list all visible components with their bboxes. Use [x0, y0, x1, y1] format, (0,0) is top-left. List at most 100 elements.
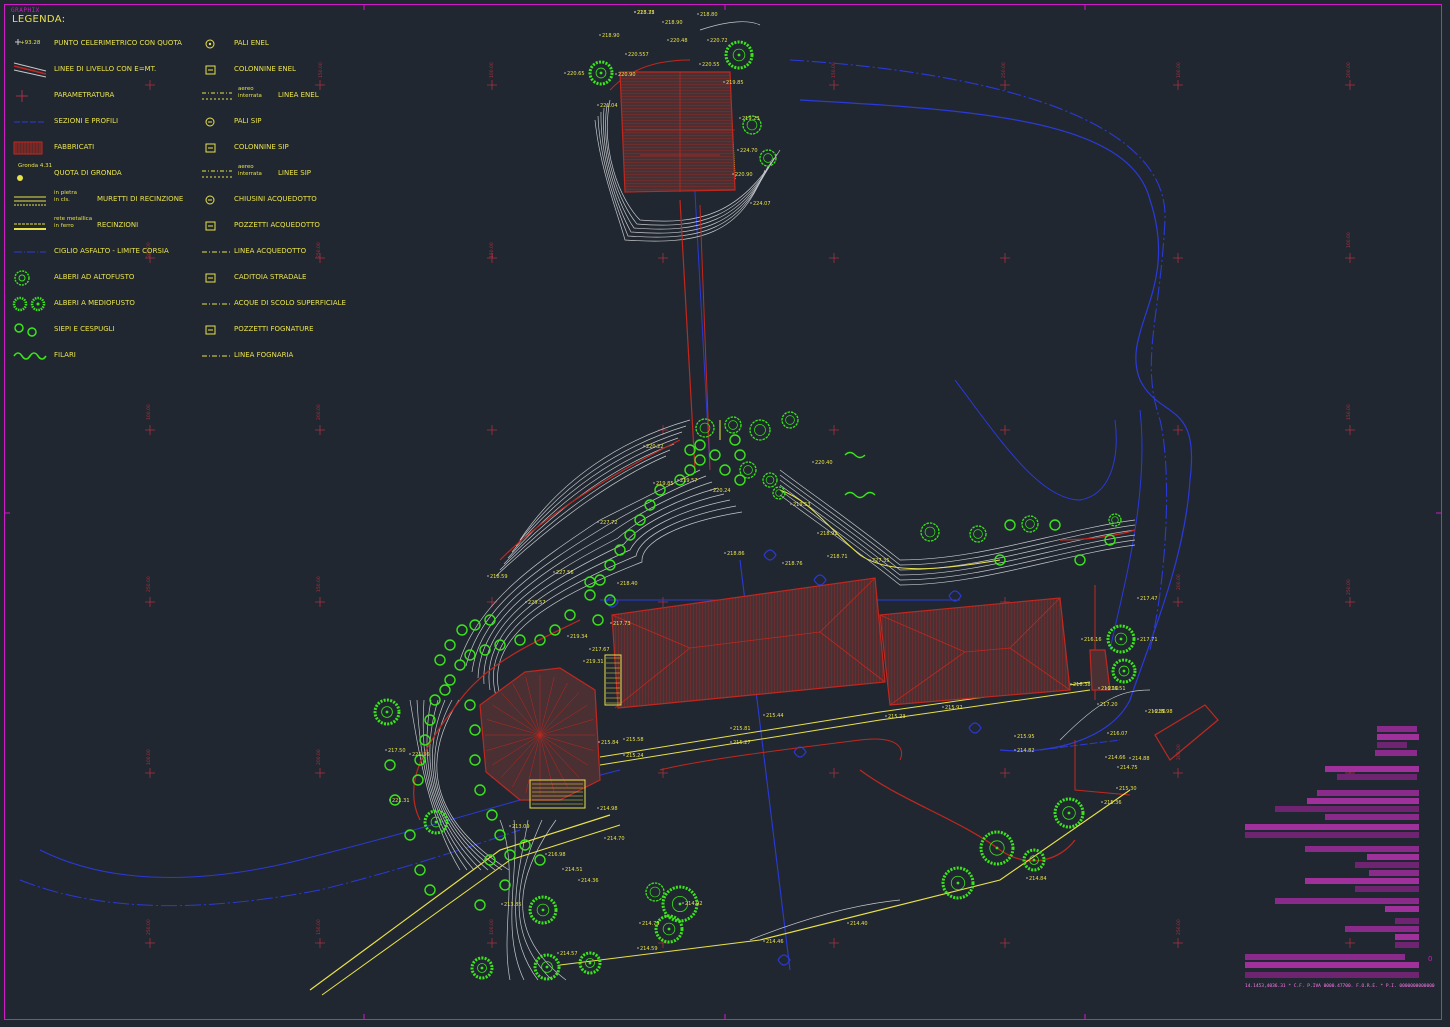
- title-block-cell: [1317, 790, 1419, 796]
- title-block-cell: [1325, 766, 1419, 772]
- title-block: 14.1453,4036.31 * C.F. P.IVA 0000.47700.…: [1245, 722, 1435, 992]
- title-block-cell: [1305, 846, 1419, 852]
- legend-row: rete metallica in ferro RECINZIONI: [12, 216, 202, 244]
- title-block-cell: [1245, 962, 1419, 968]
- legend-symbol-box-a: [202, 218, 238, 234]
- legend-label: LINEA ACQUEDOTTO: [234, 247, 307, 255]
- title-block-cell: [1385, 906, 1419, 912]
- legend-label: LINEA ENEL: [278, 91, 319, 99]
- title-block-cell: [1245, 824, 1419, 830]
- legend-symbol-dash2: [202, 166, 238, 182]
- legend-row: aereo interrata LINEA ENEL: [202, 86, 352, 114]
- legend-row: COLONNINE SIP: [202, 140, 352, 166]
- legend-symbol-box-e: [202, 62, 238, 78]
- title-block-code: 14.1453,4036.31 * C.F. P.IVA 0000.47700.…: [1245, 984, 1435, 989]
- legend-symbol-box-f: [202, 322, 238, 338]
- legend-symbol-rows: [12, 348, 48, 364]
- legend-column-right: PALI ENEL COLONNINE ENEL aereo interrata LI…: [202, 36, 352, 374]
- title-block-cell: [1355, 886, 1419, 892]
- legend-label: PALI SIP: [234, 117, 262, 125]
- legend-label: PALI ENEL: [234, 39, 269, 47]
- legend-symbol-curb: [12, 244, 48, 260]
- title-block-cell: [1245, 954, 1405, 960]
- title-block-cell: [1367, 854, 1419, 860]
- legend-row: +93.28 PUNTO CELERIMETRICO CON QUOTA: [12, 36, 202, 62]
- legend-row: in pietra in cls. MURETTI DI RECINZIONE: [12, 190, 202, 218]
- legend-symbol-box-c: [202, 270, 238, 286]
- legend-row: SEZIONI E PROFILI: [12, 114, 202, 140]
- legend-row: FILARI: [12, 348, 202, 374]
- legend-title: LEGENDA:: [12, 14, 66, 25]
- legend-label: POZZETTI ACQUEDOTTO: [234, 221, 320, 229]
- frame-tag: GRAPHIX: [11, 7, 40, 14]
- title-block-cell: [1377, 742, 1407, 748]
- legend-label: PUNTO CELERIMETRICO CON QUOTA: [54, 39, 182, 47]
- legend-label: ALBERI AD ALTOFUSTO: [54, 273, 135, 281]
- title-block-cell: [1375, 750, 1417, 756]
- title-block-cell: [1355, 862, 1419, 868]
- legend-sub-label: in pietra in cls.: [54, 190, 77, 203]
- legend-row: LINEA FOGNARIA: [202, 348, 352, 374]
- legend-row: CHIUSINI ACQUEDOTTO: [202, 192, 352, 218]
- legend-symbol-hedge: [12, 322, 48, 338]
- title-block-cell: [1325, 814, 1419, 820]
- legend-symbol-dash1: [202, 296, 238, 312]
- title-block-cell: [1395, 934, 1419, 940]
- legend-row: POZZETTI ACQUEDOTTO: [202, 218, 352, 244]
- legend-row: PARAMETRATURA: [12, 88, 202, 114]
- legend-label: PARAMETRATURA: [54, 91, 115, 99]
- title-block-cell: [1345, 926, 1419, 932]
- legend-symbol-tree-tall: [12, 270, 48, 286]
- legend-label: CHIUSINI ACQUEDOTTO: [234, 195, 317, 203]
- legend-symbol-dash1: [202, 244, 238, 260]
- legend-symbol-contour: [12, 62, 48, 78]
- legend-symbol-building: [12, 140, 48, 156]
- legend-row: LINEA ACQUEDOTTO: [202, 244, 352, 270]
- legend-label: RECINZIONI: [97, 221, 139, 229]
- legend-column-left: +93.28 PUNTO CELERIMETRICO CON QUOTA LINEE…: [12, 36, 202, 374]
- cad-sheet: 218.75 218.90 218.80 218.90 220.557 220.48 220…: [0, 0, 1450, 1027]
- legend-symbol-dash1: [202, 348, 238, 364]
- title-block-cell: [1377, 726, 1417, 732]
- legend-label: LINEE SIP: [278, 169, 312, 177]
- legend-symbol-circle-s: [202, 114, 238, 130]
- legend-label: FILARI: [54, 351, 76, 359]
- legend-row: aereo interrata LINEE SIP: [202, 164, 352, 192]
- legend-label: COLONNINE SIP: [234, 143, 289, 151]
- legend-row: POZZETTI FOGNATURE: [202, 322, 352, 348]
- legend-label: ACQUE DI SCOLO SUPERFICIALE: [234, 299, 346, 307]
- legend-symbol-wall: [12, 192, 48, 208]
- title-block-cell: [1275, 806, 1419, 812]
- title-block-cell: [1245, 972, 1419, 978]
- title-block-graphic: [1245, 726, 1419, 978]
- legend-symbol-box-s: [202, 140, 238, 156]
- legend-row: SIEPI E CESPUGLI: [12, 322, 202, 348]
- title-block-cell: [1337, 774, 1417, 780]
- legend-row: ACQUE DI SCOLO SUPERFICIALE: [202, 296, 352, 322]
- legend-sub-label: aereo interrata: [238, 164, 262, 177]
- legend-row: ALBERI AD ALTOFUSTO: [12, 270, 202, 296]
- title-block-cell: [1245, 832, 1419, 838]
- legend-symbol-tree-mid: [12, 296, 48, 312]
- legend-label: LINEA FOGNARIA: [234, 351, 294, 359]
- legend-sub-label: aereo interrata: [238, 86, 262, 99]
- title-block-cell: [1305, 878, 1419, 884]
- legend-sub-label: +93.28: [20, 40, 41, 46]
- title-block-cell: [1307, 798, 1419, 804]
- title-block-cell: [1377, 734, 1419, 740]
- legend-row: PALI ENEL: [202, 36, 352, 62]
- legend-row: CIGLIO ASFALTO - LIMITE CORSIA: [12, 244, 202, 270]
- legend-label: SEZIONI E PROFILI: [54, 117, 119, 125]
- title-block-cell: [1369, 870, 1419, 876]
- title-block-cell: [1275, 898, 1419, 904]
- legend-label: POZZETTI FOGNATURE: [234, 325, 314, 333]
- legend-panel: LEGENDA: +93.28 PUNTO CELERIMETRICO CON Q…: [12, 14, 352, 360]
- legend-label: ALBERI A MEDIOFUSTO: [54, 299, 135, 307]
- legend-row: ALBERI A MEDIOFUSTO: [12, 296, 202, 322]
- legend-label: FABBRICATI: [54, 143, 95, 151]
- legend-row: COLONNINE ENEL: [202, 62, 352, 88]
- legend-row: CADITOIA STRADALE: [202, 270, 352, 296]
- legend-symbol-fence: [12, 218, 48, 234]
- legend-sub-label: Gronda 4.31: [18, 163, 53, 169]
- legend-symbol-section: [12, 114, 48, 130]
